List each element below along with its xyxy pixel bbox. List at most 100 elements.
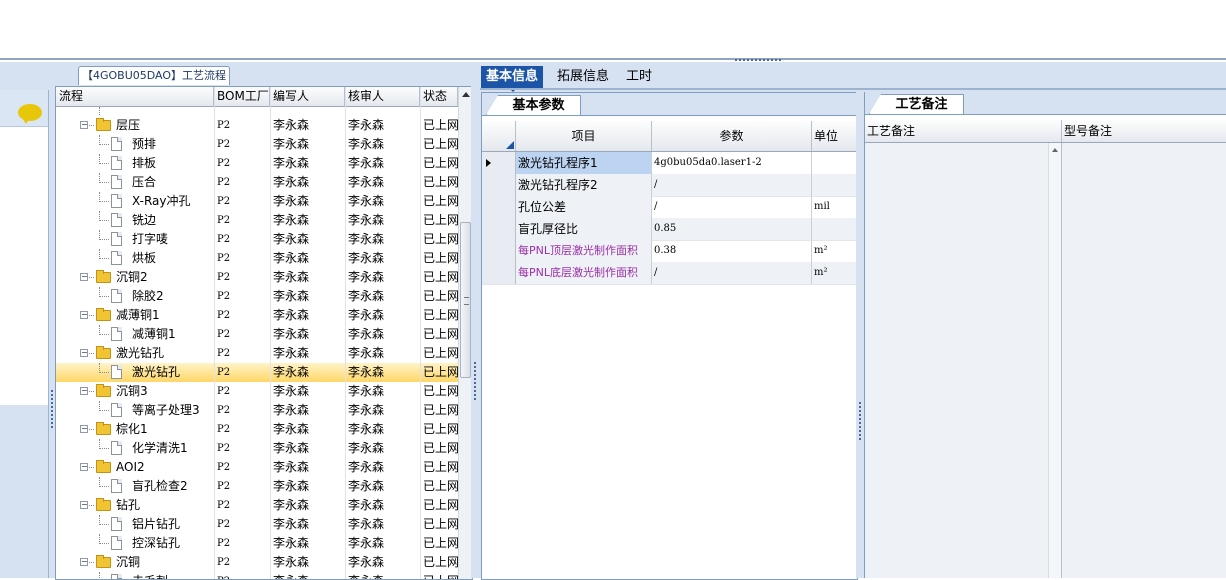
tree-node-label: 铝片钻孔 xyxy=(132,517,181,531)
col-editor-header[interactable]: 编写人 xyxy=(270,87,345,106)
tab-basic-params[interactable]: 基本参数 xyxy=(486,95,581,115)
tree-row[interactable]: 压合 P2 李永森 李永森 已上网 xyxy=(56,173,458,192)
tree-row[interactable]: − 激光钻孔 P2 李永森 李永森 已上网 xyxy=(56,344,458,363)
document-icon xyxy=(111,403,122,417)
tree-row[interactable]: 除胶2 P2 李永森 李永森 已上网 xyxy=(56,287,458,306)
basic-params-grid: 项目 参数 单位 激光钻孔程序1 4g0bu05da0.laser1-2 激光钻孔程… xyxy=(482,121,857,579)
param-value-cell[interactable]: / xyxy=(652,174,812,196)
col-process-note-header[interactable]: 工艺备注 xyxy=(865,120,1062,142)
editor-cell: 李永森 xyxy=(273,572,343,579)
tree-row[interactable]: 烘板 P2 李永森 李永森 已上网 xyxy=(56,249,458,268)
tree-row[interactable]: − 钻孔 P2 李永森 李永森 已上网 xyxy=(56,496,458,515)
param-value-cell[interactable]: / xyxy=(652,196,812,218)
reviewer-cell: 李永森 xyxy=(348,460,385,474)
top-splitter-grip[interactable] xyxy=(735,59,790,64)
reviewer-cell: 李永森 xyxy=(348,422,385,436)
tree-row[interactable]: 化学清洗1 P2 李永森 李永森 已上网 xyxy=(56,439,458,458)
tree-row[interactable]: 等离子处理3 P2 李永森 李永森 已上网 xyxy=(56,401,458,420)
collapse-toggle-icon[interactable]: − xyxy=(80,558,88,566)
tree-row[interactable]: 减薄铜1 P2 李永森 李永森 已上网 xyxy=(56,325,458,344)
col-unit-header[interactable]: 单位 xyxy=(812,121,857,151)
param-row[interactable]: 激光钻孔程序1 4g0bu05da0.laser1-2 xyxy=(482,152,857,175)
col-status-header[interactable]: 状态 xyxy=(420,87,458,106)
row-indicator[interactable] xyxy=(482,218,516,240)
right-splitter[interactable] xyxy=(856,92,864,578)
param-row[interactable]: 盲孔厚径比 0.85 xyxy=(482,218,857,241)
tree-row[interactable]: 打字唛 P2 李永森 李永森 已上网 xyxy=(56,230,458,249)
col-param-header[interactable]: 参数 xyxy=(652,121,812,151)
param-value-cell[interactable]: 0.38 xyxy=(652,240,812,262)
collapse-toggle-icon[interactable]: − xyxy=(80,273,88,281)
tree-row[interactable]: − 棕化1 P2 李永森 李永森 已上网 xyxy=(56,420,458,439)
reviewer-cell: 李永森 xyxy=(348,572,418,579)
editor-cell: 李永森 xyxy=(273,365,310,379)
tree-title-tab[interactable]: 【4GOBU05DAO】工艺流程 xyxy=(78,66,230,85)
param-value-cell[interactable]: 0.85 xyxy=(652,218,812,240)
row-indicator[interactable] xyxy=(482,174,516,196)
tree-row[interactable]: − 层压 P2 李永森 李永森 已上网 xyxy=(56,116,458,135)
tree-row[interactable]: 去毛刺P2李永森李永森已上网 xyxy=(56,572,458,579)
row-indicator[interactable] xyxy=(482,196,516,218)
param-row[interactable]: 每PNL底层激光制作面积 / m² xyxy=(482,262,857,285)
col-bom-header[interactable]: BOM工厂 xyxy=(214,87,270,106)
col-item-header[interactable]: 项目 xyxy=(516,121,652,151)
tree-row[interactable]: − AOI2 P2 李永森 李永森 已上网 xyxy=(56,458,458,477)
col-reviewer-header[interactable]: 核审人 xyxy=(345,87,420,106)
note-scrollbar[interactable] xyxy=(1048,143,1061,578)
collapse-toggle-icon[interactable]: − xyxy=(80,501,88,509)
tree-row[interactable]: X-Ray冲孔 P2 李永森 李永森 已上网 xyxy=(56,192,458,211)
col-flow-header[interactable]: 流程 xyxy=(56,87,214,106)
status-cell: 已上网 xyxy=(423,118,458,132)
collapse-toggle-icon[interactable]: − xyxy=(80,349,88,357)
collapse-toggle-icon[interactable]: − xyxy=(80,387,88,395)
collapse-toggle-icon[interactable]: − xyxy=(80,463,88,471)
scroll-up-arrow-icon[interactable] xyxy=(462,92,470,97)
document-icon xyxy=(111,479,122,493)
tree-row[interactable]: − 沉铜3 P2 李永森 李永森 已上网 xyxy=(56,382,458,401)
tree-row[interactable]: 铝片钻孔 P2 李永森 李永森 已上网 xyxy=(56,515,458,534)
row-indicator[interactable] xyxy=(482,152,516,174)
folder-icon xyxy=(96,118,111,131)
middle-splitter[interactable] xyxy=(471,62,480,578)
status-cell: 已上网 xyxy=(423,251,458,265)
param-row[interactable]: 激光钻孔程序2/ xyxy=(482,174,857,197)
col-model-note-header[interactable]: 型号备注 xyxy=(1062,120,1226,142)
param-row[interactable]: 每PNL顶层激光制作面积 0.38 m² xyxy=(482,240,857,263)
row-indicator[interactable] xyxy=(482,262,516,284)
status-cell: 已上网 xyxy=(423,365,458,379)
param-value-cell[interactable]: 4g0bu05da0.laser1-2 xyxy=(652,152,812,174)
model-note-textarea[interactable] xyxy=(1062,143,1226,578)
collapse-toggle-icon[interactable]: − xyxy=(80,425,88,433)
tab-process-notes[interactable]: 工艺备注 xyxy=(869,94,964,114)
tree-row[interactable]: 盲孔检查2 P2 李永森 李永森 已上网 xyxy=(56,477,458,496)
reviewer-cell: 李永森 xyxy=(348,346,385,360)
param-unit-cell xyxy=(812,218,857,240)
tree-node-label: 等离子处理3 xyxy=(132,403,200,417)
tree-row[interactable]: − 沉铜2 P2 李永森 李永森 已上网 xyxy=(56,268,458,287)
tree-row-selected[interactable]: 激光钻孔 P2 李永森 李永森 已上网 xyxy=(56,363,458,382)
top-splitter[interactable] xyxy=(0,58,1226,60)
bom-cell: P2 xyxy=(217,120,231,131)
chat-bubble-icon[interactable] xyxy=(18,104,42,124)
tab-basic-info[interactable]: 基本信息 xyxy=(481,66,544,92)
collapse-toggle-icon[interactable]: − xyxy=(80,121,88,129)
tree-row[interactable]: 排板 P2 李永森 李永森 已上网 xyxy=(56,154,458,173)
reviewer-cell: 李永森 xyxy=(348,365,385,379)
tree-row[interactable]: 铣边 P2 李永森 李永森 已上网 xyxy=(56,211,458,230)
tree-node-label: 去毛刺 xyxy=(132,572,168,579)
editor-cell: 李永森 xyxy=(273,118,310,132)
tree-row[interactable]: − 沉铜 P2 李永森 李永森 已上网 xyxy=(56,553,458,572)
param-row[interactable]: 孔位公差 / mil xyxy=(482,196,857,219)
scroll-thumb[interactable] xyxy=(460,222,471,378)
editor-cell: 李永森 xyxy=(273,403,310,417)
tree-row[interactable]: − 减薄铜1 P2 李永森 李永森 已上网 xyxy=(56,306,458,325)
tab-extended-info[interactable]: 拓展信息 xyxy=(557,66,609,88)
param-value-cell[interactable]: / xyxy=(652,262,812,284)
tab-work-hours[interactable]: 工时 xyxy=(626,66,652,88)
row-indicator[interactable] xyxy=(482,240,516,262)
process-note-textarea[interactable] xyxy=(865,143,1062,578)
tree-row[interactable]: 预排 P2 李永森 李永森 已上网 xyxy=(56,135,458,154)
left-nav-lower xyxy=(0,405,48,578)
tree-row[interactable]: 控深钻孔 P2 李永森 李永森 已上网 xyxy=(56,534,458,553)
collapse-toggle-icon[interactable]: − xyxy=(80,311,88,319)
